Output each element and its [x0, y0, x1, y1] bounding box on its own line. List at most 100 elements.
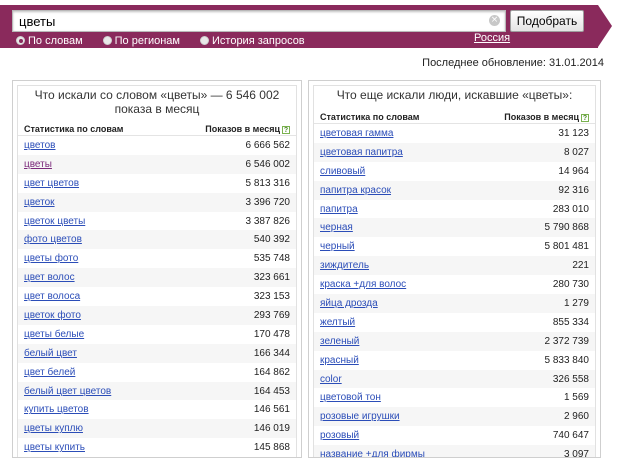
impressions-count: 6 666 562 — [245, 139, 291, 151]
radio-by-regions[interactable]: По регионам — [102, 34, 180, 47]
keyword-link[interactable]: купить цветов — [24, 404, 89, 415]
col-keyword-header: Статистика по словам — [320, 112, 420, 122]
help-icon[interactable]: ? — [581, 114, 589, 122]
radio-unchecked-icon[interactable] — [102, 36, 112, 45]
table-row: цветы 6 546 002 — [18, 154, 296, 174]
keyword-link[interactable]: цвет белей — [24, 367, 75, 378]
radio-by-words[interactable]: По словам — [16, 35, 83, 47]
impressions-count: 92 316 — [558, 184, 589, 196]
table-row: белый цвет 166 344 — [18, 343, 296, 363]
radio-unchecked-icon[interactable] — [200, 36, 209, 45]
impressions-count: 283 010 — [552, 203, 589, 215]
keyword-link[interactable]: цветы купить — [24, 442, 85, 453]
keyword-link[interactable]: белый цвет цветов — [24, 386, 111, 397]
table-row: розовый 740 647 — [314, 426, 595, 445]
table-row: цветы белые 170 478 — [18, 325, 296, 344]
clear-icon[interactable]: × — [489, 15, 500, 26]
keyword-link[interactable]: цветов — [24, 140, 56, 151]
impressions-count: 146 561 — [253, 404, 290, 416]
table-row: желтый 855 334 — [314, 313, 595, 332]
impressions-count: 5 813 316 — [245, 177, 291, 189]
keyword-link[interactable]: цветок — [24, 197, 55, 208]
table-row: яйца дрозда 1 279 — [314, 294, 595, 313]
impressions-count: 2 372 739 — [544, 335, 590, 347]
col-count-header: Показов в месяц? — [205, 124, 290, 135]
keyword-link[interactable]: папитра — [320, 204, 358, 215]
keyword-link[interactable]: розовый — [320, 430, 359, 441]
table-row: цветок фото 293 769 — [18, 306, 296, 325]
impressions-count: 1 279 — [563, 297, 589, 309]
keyword-table: цветов 6 666 562 цветы 6 546 002 цвет цветов… — [18, 136, 296, 457]
impressions-count: 221 — [572, 260, 589, 272]
keyword-link[interactable]: черная — [320, 222, 353, 233]
keyword-link[interactable]: желтый — [320, 317, 355, 328]
keyword-link[interactable]: яйца дрозда — [320, 298, 378, 309]
table-row: название +для фирмы 3 097 — [314, 445, 595, 457]
impressions-count: 170 478 — [253, 328, 290, 340]
keyword-link[interactable]: цвет волос — [24, 272, 75, 283]
impressions-count: 31 123 — [558, 127, 589, 139]
impressions-count: 740 647 — [552, 430, 589, 442]
panel-title: Что искали со словом «цветы» — 6 546 002… — [34, 88, 280, 116]
keyword-link[interactable]: название +для фирмы — [320, 449, 425, 457]
table-row: папитра красок 92 316 — [314, 180, 595, 200]
keyword-link[interactable]: краска +для волос — [320, 279, 406, 290]
keyword-link[interactable]: цветы белые — [24, 329, 84, 340]
last-update: Последнее обновление: 31.01.2014 — [422, 57, 604, 69]
submit-button[interactable]: Подобрать — [510, 10, 584, 32]
keyword-link[interactable]: цветы — [24, 159, 52, 170]
impressions-count: 3 387 826 — [245, 215, 291, 227]
table-row: цвет цветов 5 813 316 — [18, 174, 296, 193]
table-row: цвет волоса 323 153 — [18, 287, 296, 306]
radio-label: По регионам — [114, 34, 180, 47]
impressions-count: 5 790 868 — [544, 222, 590, 234]
keyword-link[interactable]: цветы фото — [24, 253, 78, 264]
keyword-link[interactable]: черный — [320, 241, 355, 252]
impressions-count: 293 769 — [253, 309, 290, 321]
impressions-count: 280 730 — [552, 279, 589, 291]
table-row: черная 5 790 868 — [314, 218, 595, 238]
radio-checked-icon[interactable] — [16, 36, 25, 45]
keyword-link[interactable]: красный — [320, 355, 359, 366]
search-input[interactable] — [13, 11, 483, 31]
keyword-link[interactable]: фото цветов — [24, 234, 82, 245]
table-row: розовые игрушки 2 960 — [314, 407, 595, 427]
keyword-link[interactable]: зиждитель — [320, 260, 369, 271]
keyword-link[interactable]: цветок цветы — [24, 216, 85, 227]
search-box: × — [12, 10, 506, 32]
keyword-link[interactable]: зеленый — [320, 336, 359, 347]
table-row: папитра 283 010 — [314, 200, 595, 219]
impressions-count: 166 344 — [253, 347, 290, 359]
keyword-link[interactable]: цветовой тон — [320, 392, 381, 403]
search-header: × Подобрать По словам По регионам Истори… — [0, 0, 624, 48]
keyword-link[interactable]: папитра красок — [320, 185, 391, 196]
radio-history[interactable]: История запросов — [200, 35, 305, 47]
impressions-count: 323 661 — [253, 272, 290, 284]
keyword-link[interactable]: цветок фото — [24, 310, 81, 321]
keyword-link[interactable]: цветы куплю — [24, 423, 83, 434]
keyword-link[interactable]: цвет цветов — [24, 178, 79, 189]
table-row: красный 5 833 840 — [314, 351, 595, 370]
panel-title: Что еще искали люди, искавшие «цветы»: — [336, 88, 573, 102]
col-count-label: Показов в месяц — [504, 112, 579, 122]
keyword-link[interactable]: цветовая гамма — [320, 128, 393, 139]
impressions-count: 5 801 481 — [544, 241, 590, 253]
keyword-link[interactable]: color — [320, 374, 342, 385]
impressions-count: 6 546 002 — [245, 158, 291, 170]
keyword-link[interactable]: розовые игрушки — [320, 411, 400, 422]
table-row: зеленый 2 372 739 — [314, 331, 595, 351]
table-row: цветы купить 145 868 — [18, 438, 296, 457]
keyword-link[interactable]: белый цвет — [24, 348, 77, 359]
table-row: цветок 3 396 720 — [18, 192, 296, 212]
panel-inner: Что еще искали люди, искавшие «цветы»: С… — [313, 85, 596, 457]
table-row: сливовый 14 964 — [314, 162, 595, 181]
table-header: Статистика по словам Показов в месяц? — [18, 124, 296, 136]
keyword-link[interactable]: цветовая папитра — [320, 147, 403, 158]
region-link[interactable]: Россия — [474, 32, 510, 44]
radio-label: По словам — [28, 34, 83, 47]
keyword-link[interactable]: сливовый — [320, 166, 365, 177]
help-icon[interactable]: ? — [282, 126, 290, 134]
table-row: цветовой тон 1 569 — [314, 388, 595, 407]
keyword-link[interactable]: цвет волоса — [24, 291, 80, 302]
impressions-count: 323 153 — [253, 291, 290, 303]
